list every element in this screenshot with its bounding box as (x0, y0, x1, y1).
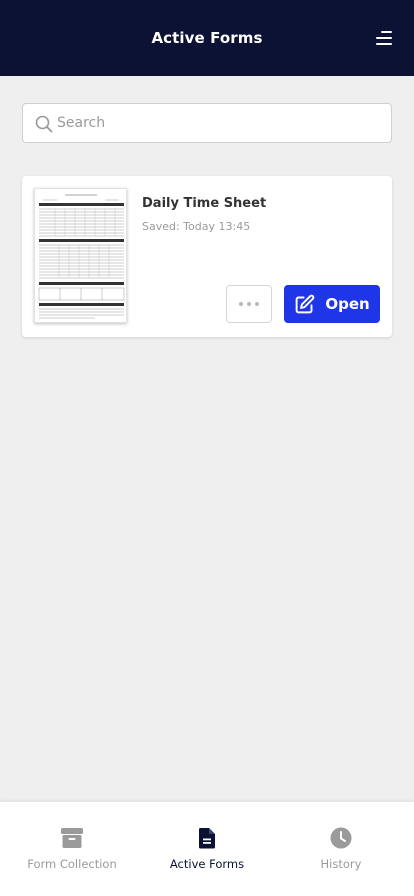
form-thumbnail[interactable] (34, 188, 127, 323)
clock-icon (330, 827, 352, 849)
app-header: Active Forms (0, 0, 414, 76)
hamburger-menu-icon[interactable] (376, 31, 392, 46)
archive-box-icon (61, 828, 83, 848)
search-icon (35, 115, 53, 133)
tab-form-collection[interactable]: Form Collection (3, 802, 141, 896)
tab-history[interactable]: History (272, 802, 410, 896)
form-title: Daily Time Sheet (142, 196, 267, 211)
tab-label: History (320, 857, 362, 871)
document-icon (198, 828, 215, 849)
search-input[interactable] (57, 104, 387, 142)
bottom-tab-bar: Form Collection Active Forms History (0, 802, 414, 896)
open-button-label: Open (325, 295, 370, 313)
tab-active-forms[interactable]: Active Forms (138, 802, 276, 896)
edit-icon (295, 294, 315, 313)
more-dots-icon (239, 302, 243, 306)
form-saved-time: Saved: Today 13:45 (142, 220, 251, 233)
open-button[interactable]: Open (284, 285, 380, 323)
more-options-button[interactable] (226, 285, 272, 323)
page-title: Active Forms (151, 29, 263, 47)
tab-label: Active Forms (169, 857, 245, 871)
tab-label: Form Collection (27, 857, 117, 871)
search-box (22, 103, 392, 143)
form-card: Daily Time Sheet Saved: Today 13:45 Open (22, 176, 392, 337)
